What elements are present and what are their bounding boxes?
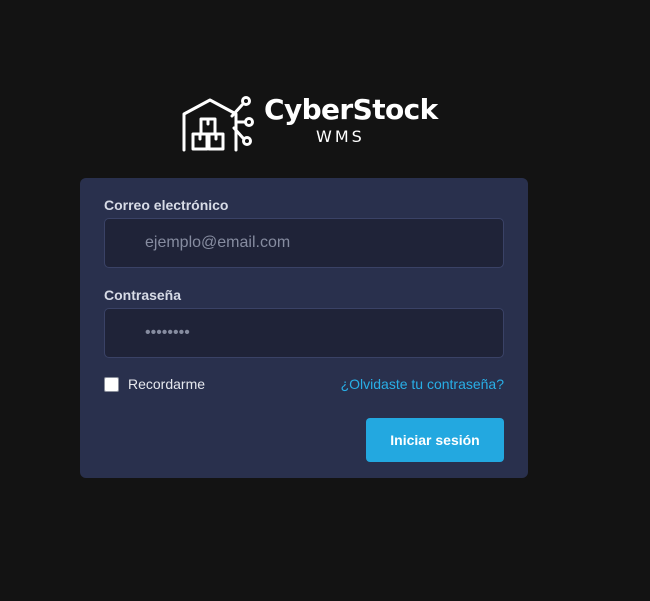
email-label: Correo electrónico bbox=[104, 197, 229, 213]
remember-label[interactable]: Recordarme bbox=[128, 375, 205, 393]
login-button[interactable]: Iniciar sesión bbox=[366, 418, 504, 462]
brand-subtitle: WMS bbox=[316, 127, 365, 146]
warehouse-circuit-icon bbox=[182, 96, 254, 152]
remember-me[interactable]: Recordarme bbox=[104, 374, 205, 394]
brand-name: CyberStock bbox=[264, 93, 438, 126]
password-label: Contraseña bbox=[104, 287, 182, 303]
brand-logo: CyberStock WMS bbox=[180, 92, 438, 154]
remember-checkbox[interactable] bbox=[104, 376, 119, 392]
forgot-password-link[interactable]: ¿Olvidaste tu contraseña? bbox=[341, 375, 504, 393]
login-card: Correo electrónico Contraseña Recordarme… bbox=[80, 178, 528, 478]
password-input[interactable] bbox=[104, 308, 504, 358]
email-input[interactable] bbox=[104, 218, 504, 268]
